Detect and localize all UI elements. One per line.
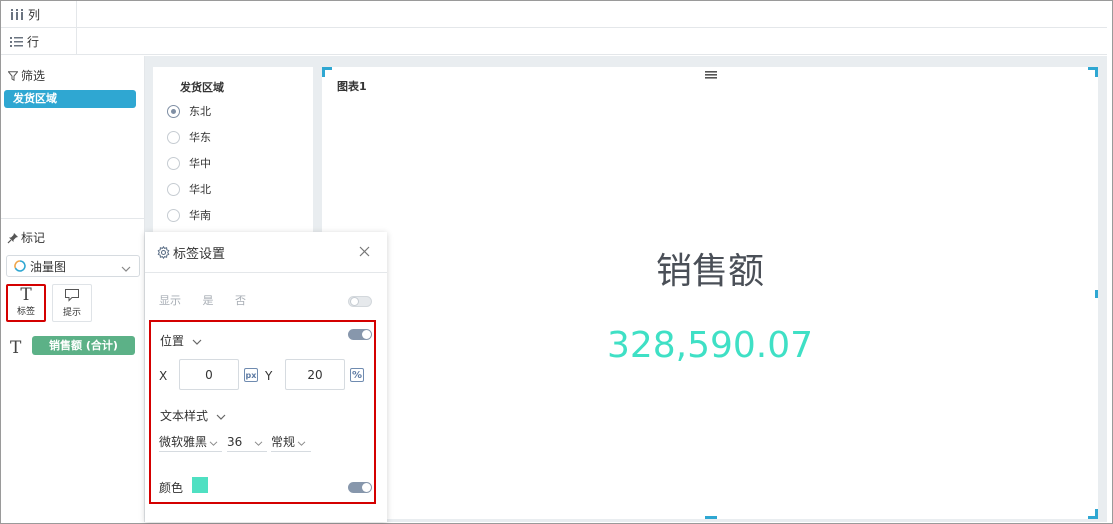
drag-handle-icon[interactable] (705, 68, 717, 79)
speech-bubble-icon (64, 288, 80, 302)
region-filter-card: 发货区域 东北 华东 华中 华北 华南 (153, 67, 313, 242)
radio-option-label: 华东 (189, 131, 211, 144)
radio-option-label: 华北 (189, 183, 211, 196)
radio-button-checked[interactable] (167, 104, 180, 118)
radio-button[interactable] (167, 130, 180, 144)
radio-option-east[interactable]: 华东 (167, 129, 211, 145)
divider (1, 218, 145, 219)
show-label-row: 显示 是 否 (159, 292, 264, 308)
show-no-option[interactable]: 否 (235, 294, 246, 307)
kpi-label: 销售额 (655, 251, 764, 292)
chart-type-value: 油量图 (30, 259, 67, 274)
filter-header-label: 筛选 (21, 69, 46, 83)
selection-corner-handle[interactable] (1088, 67, 1098, 77)
resize-handle-bottom[interactable] (705, 516, 717, 519)
resize-handle-right[interactable] (1095, 290, 1098, 298)
marks-header-label: 标记 (21, 231, 46, 245)
selection-corner-handle[interactable] (322, 67, 332, 77)
text-field-icon: T (10, 338, 22, 358)
filter-pill-shipping-region[interactable]: 发货区域 (4, 90, 136, 108)
show-yes-option[interactable]: 是 (203, 294, 214, 307)
chart-type-select[interactable]: 油量图 (6, 255, 140, 277)
marks-section-header: 标记 (7, 229, 45, 246)
radio-button[interactable] (167, 182, 180, 196)
kpi-value: 328,590.07 (606, 325, 814, 366)
show-toggle[interactable] (348, 296, 372, 307)
radio-option-label: 华中 (189, 157, 211, 170)
columns-shelf[interactable]: 列 (1, 1, 1107, 28)
radio-button[interactable] (167, 208, 180, 222)
popup-title: 标签设置 (173, 246, 226, 262)
rows-shelf[interactable]: 行 (1, 28, 1107, 55)
chevron-down-icon (121, 261, 131, 275)
rows-shelf-header: 行 (1, 28, 77, 54)
tooltip-mark-button[interactable]: 提示 (52, 284, 92, 322)
pin-icon (7, 232, 19, 244)
chart-card[interactable]: 图表1 销售额 328,590.07 (322, 67, 1098, 519)
label-field-pill-sales[interactable]: 销售额 (合计) (32, 336, 135, 355)
radio-option-south[interactable]: 华南 (167, 207, 211, 223)
label-mark-button-label: 标签 (16, 307, 35, 317)
radio-option-northeast[interactable]: 东北 (167, 103, 211, 119)
selection-corner-handle[interactable] (1088, 509, 1098, 519)
chart-title: 图表1 (337, 80, 367, 93)
radio-option-label: 东北 (189, 105, 211, 118)
rows-icon (10, 36, 23, 47)
columns-shelf-header: 列 (1, 1, 77, 27)
radio-button[interactable] (167, 156, 180, 170)
columns-label: 列 (28, 7, 41, 22)
show-label: 显示 (159, 294, 181, 307)
text-icon: T (20, 285, 32, 305)
filter-icon (8, 70, 18, 81)
label-mark-button[interactable]: T 标签 (6, 284, 46, 322)
radio-option-central[interactable]: 华中 (167, 155, 211, 171)
tooltip-mark-button-label: 提示 (62, 308, 81, 318)
close-icon[interactable] (359, 246, 370, 260)
popup-header: 标签设置 (145, 232, 387, 273)
radio-option-label: 华南 (189, 209, 211, 222)
rows-label: 行 (27, 34, 40, 49)
gear-icon (157, 245, 170, 259)
highlight-box (149, 320, 376, 504)
columns-icon (10, 8, 24, 20)
filter-section-header: 筛选 (8, 67, 45, 84)
region-filter-title: 发货区域 (180, 81, 224, 94)
gauge-icon (14, 260, 26, 272)
radio-option-north[interactable]: 华北 (167, 181, 211, 197)
left-panel: 筛选 发货区域 标记 油量图 T 标签 提示 T 销售额 (合计) (1, 56, 145, 522)
